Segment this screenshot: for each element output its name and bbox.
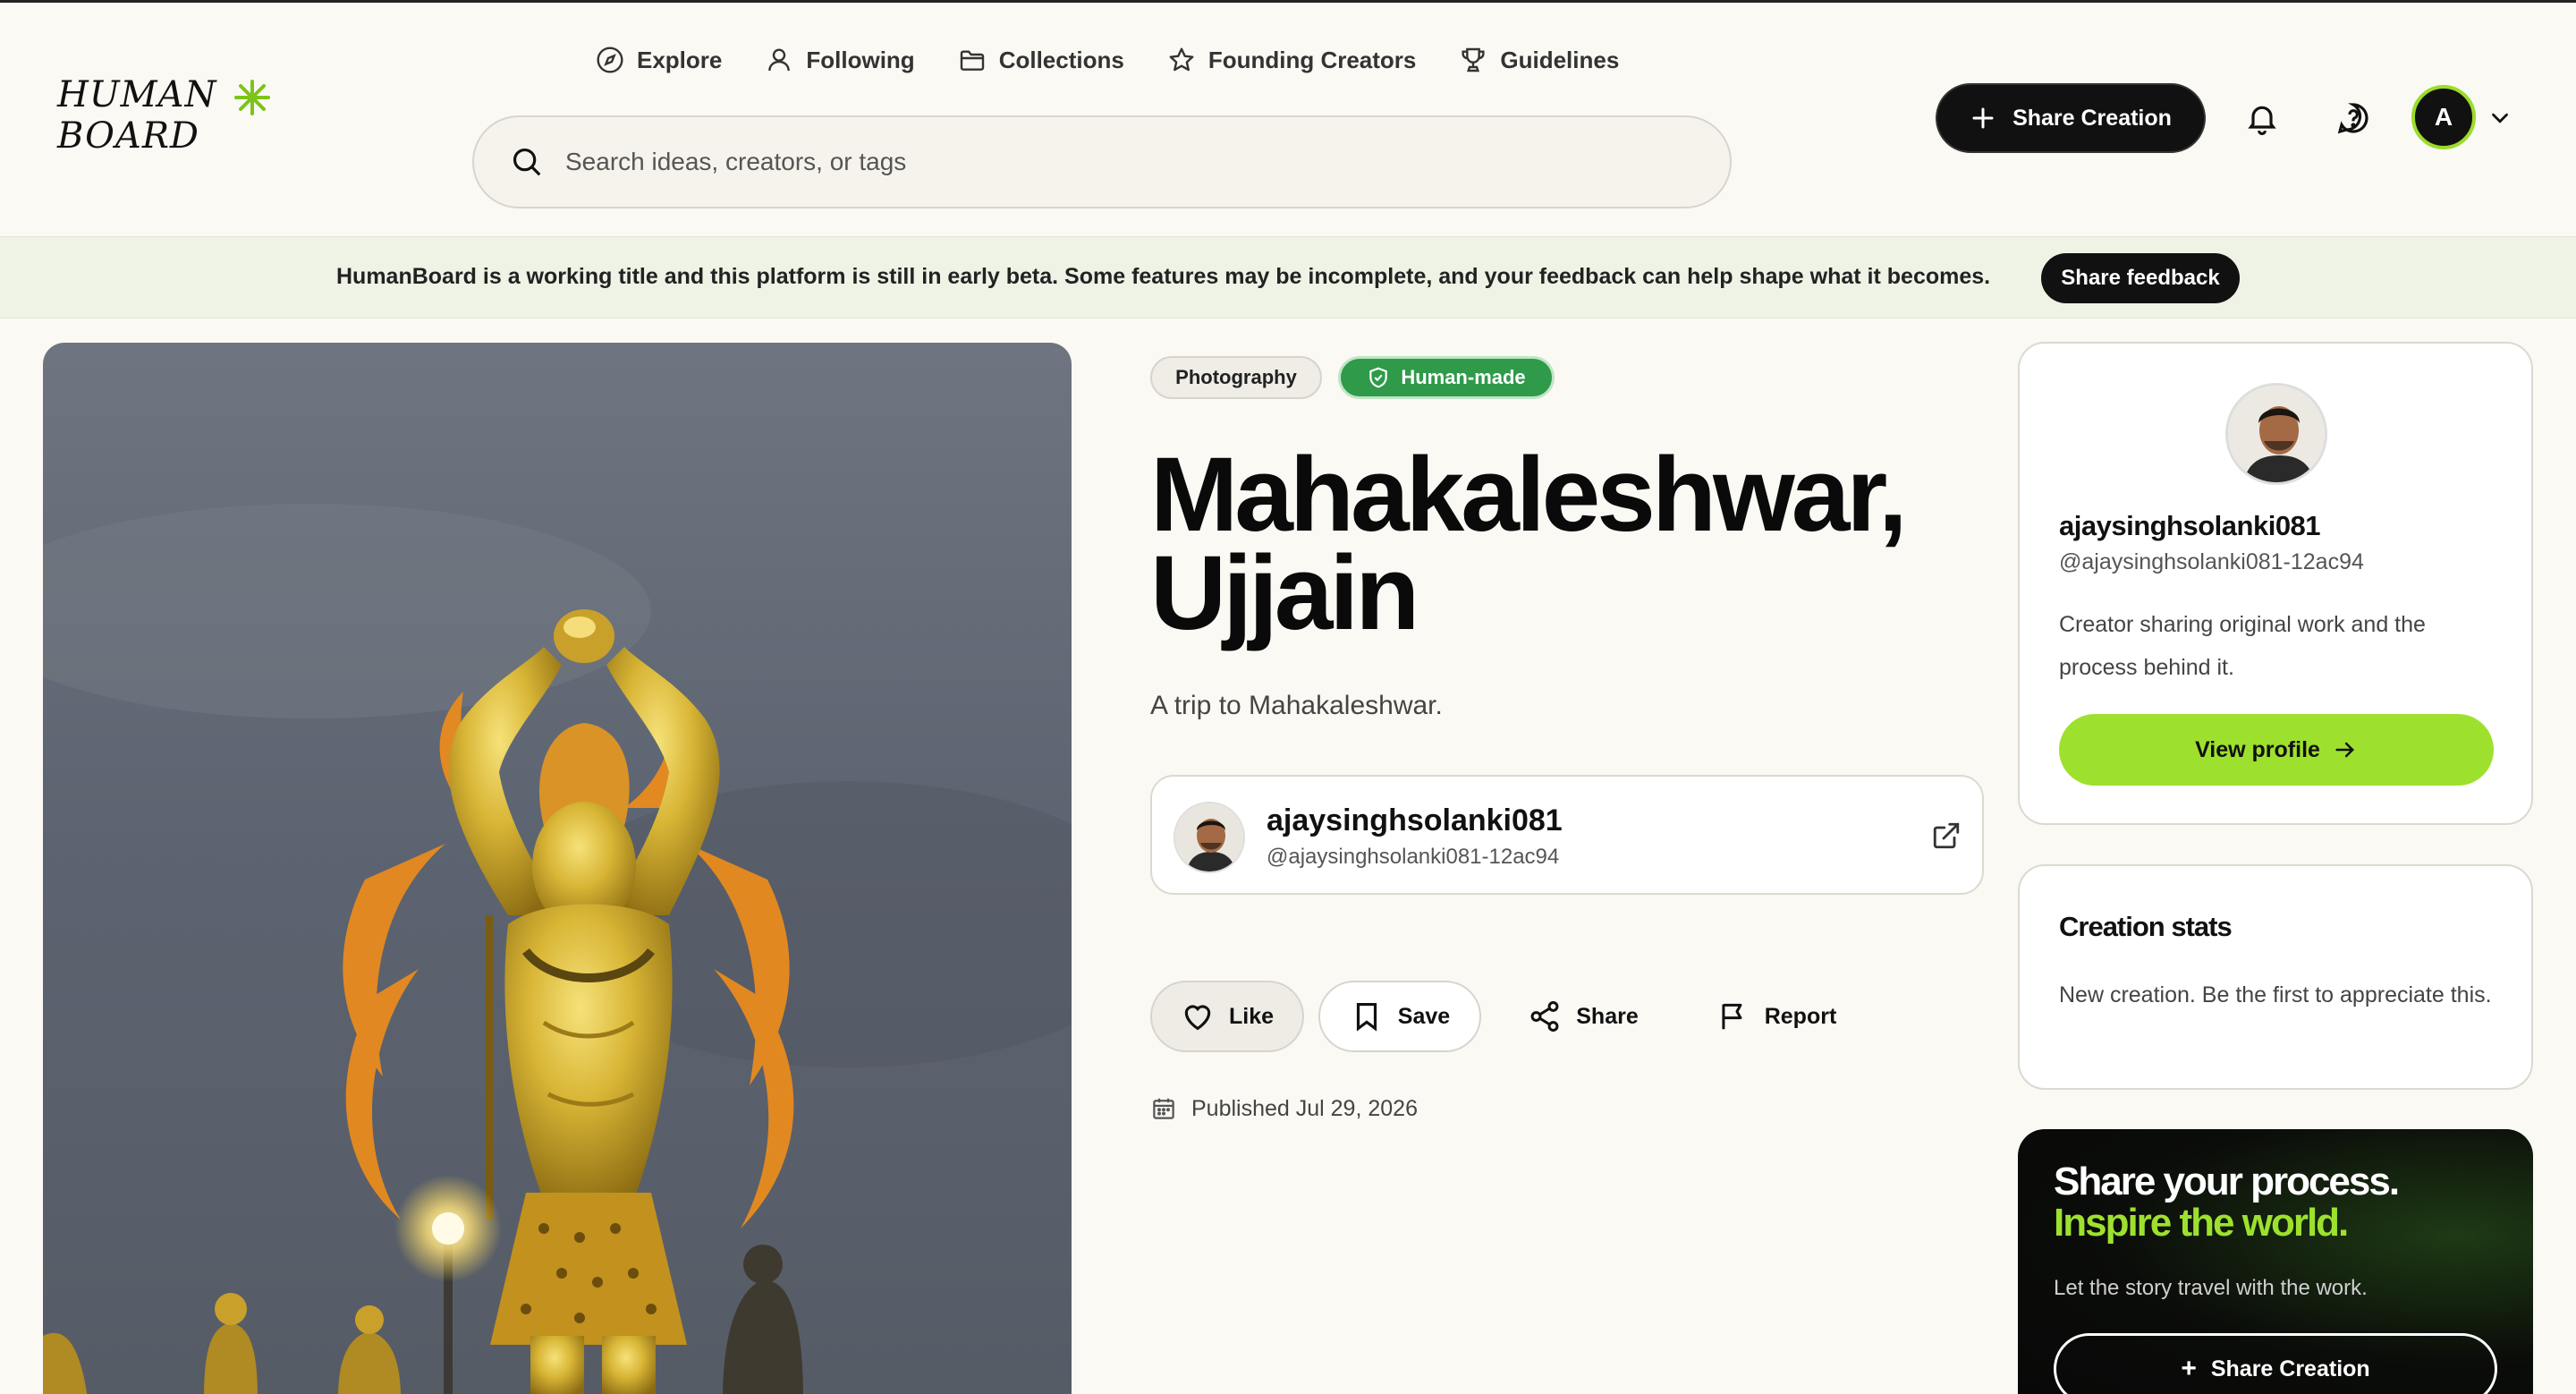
report-button[interactable]: Report [1696,981,1857,1052]
category-tag[interactable]: Photography [1150,356,1322,399]
share-feedback-button[interactable]: Share feedback [2041,253,2240,303]
published-label: Published Jul 29, 2026 [1191,1095,1418,1121]
calendar-icon [1153,1098,1174,1119]
humanboard-logo[interactable]: HUMAN BOARD [55,72,279,162]
star-icon [1169,47,1194,72]
logo-mark: HUMAN BOARD [56,74,270,157]
creation-description: A trip to Mahakaleshwar. [1150,691,1443,720]
beta-message: HumanBoard is a working title and this p… [336,264,1991,289]
folder-icon [960,50,984,71]
shiva-statue-photo [43,343,1072,1394]
search-input[interactable] [565,148,1730,176]
beta-banner: HumanBoard is a working title and this p… [0,236,2576,319]
creator-portrait [1175,803,1243,871]
share-label: Share [1576,1003,1639,1029]
share-button[interactable]: Share [1512,981,1655,1052]
creation-title: Mahakaleshwar, Ujjain [1150,436,1908,652]
stats-title: Creation stats [2059,911,2233,942]
promo-text: Let the story travel with the work. [2054,1276,2368,1300]
arrow-right-icon [2335,742,2354,758]
nav-explore-label: Explore [637,46,723,73]
nav-explore[interactable]: Explore [596,46,722,74]
profile-handle: @ajaysinghsolanki081-12ac94 [2059,549,2364,574]
profile-portrait [2228,386,2325,482]
stats-text: New creation. Be the first to appreciate… [2059,982,2492,1007]
nav-founding-creators-label: Founding Creators [1208,46,1417,73]
creator-profile-card: ajaysinghsolanki081 @ajaysinghsolanki081… [2018,342,2533,825]
creator-name[interactable]: ajaysinghsolanki081 [1267,803,1563,838]
nav-following[interactable]: Following [765,46,915,74]
share-creation-button[interactable]: Share Creation [1936,83,2206,153]
external-link-icon[interactable] [1930,820,1962,852]
share-creation-label: Share Creation [2012,105,2172,131]
nav-collections-label: Collections [998,46,1124,73]
nav-guidelines[interactable]: Guidelines [1459,46,1619,74]
chevron-down-icon[interactable] [2487,105,2513,132]
plus-icon: + [2181,1354,2197,1383]
promo-headline-1: Share your process. [2054,1160,2400,1203]
user-avatar-button[interactable]: A [2411,85,2476,149]
logo-line-2: BOARD [56,115,199,157]
like-button[interactable]: Like [1150,981,1304,1052]
nav-following-label: Following [806,46,915,73]
creator-card[interactable]: ajaysinghsolanki081 @ajaysinghsolanki081… [1150,775,1984,895]
help-circle-icon [2337,103,2368,134]
save-label: Save [1397,1003,1451,1029]
profile-name[interactable]: ajaysinghsolanki081 [2059,510,2321,542]
creator-handle: @ajaysinghsolanki081-12ac94 [1267,845,1560,869]
human-made-badge[interactable]: Human-made [1338,356,1555,399]
compass-icon [597,47,623,73]
notifications-button[interactable] [2240,96,2284,140]
human-made-label: Human-made [1401,366,1526,388]
search-icon [513,148,541,176]
bookmark-icon [1356,1002,1377,1032]
search-bar [472,115,1732,208]
avatar-initial: A [2434,103,2453,131]
plus-icon [1972,107,1994,129]
logo-asterisk-icon [234,80,270,115]
nav-guidelines-label: Guidelines [1500,46,1620,73]
share-nodes-icon [1530,1000,1559,1033]
view-profile-label: View profile [2195,736,2320,762]
flag-icon [1722,1003,1742,1030]
trophy-icon [1462,47,1485,72]
main-nav: Explore Following Collections Founding C… [596,42,1662,78]
promo-share-label: Share Creation [2210,1356,2370,1381]
creation-stats-card: Creation stats New creation. Be the firs… [2018,864,2533,1090]
published-date: Published Jul 29, 2026 [1150,1095,1418,1122]
top-header: HUMAN BOARD Explore Following Collection… [0,0,2576,236]
view-profile-button[interactable]: View profile [2059,714,2494,786]
nav-founding-creators[interactable]: Founding Creators [1167,46,1417,74]
promo-headline-2: Inspire the world. [2054,1201,2349,1245]
logo-line-1: HUMAN [56,74,217,115]
profile-avatar[interactable] [2225,383,2327,485]
like-label: Like [1228,1003,1275,1029]
promo-share-creation-button[interactable]: + Share Creation [2054,1333,2497,1394]
shield-check-icon [1369,367,1388,388]
report-label: Report [1764,1003,1837,1029]
bell-icon [2248,106,2276,135]
nav-collections[interactable]: Collections [958,46,1124,74]
save-button[interactable]: Save [1318,981,1481,1052]
help-button[interactable] [2331,96,2376,140]
heart-icon [1184,1005,1211,1031]
creator-avatar [1174,802,1245,873]
user-icon [768,48,791,72]
profile-bio: Creator sharing original work and the pr… [2059,612,2426,680]
share-process-promo: Share your process. Inspire the world. L… [2018,1129,2533,1394]
creation-image[interactable] [43,343,1072,1394]
